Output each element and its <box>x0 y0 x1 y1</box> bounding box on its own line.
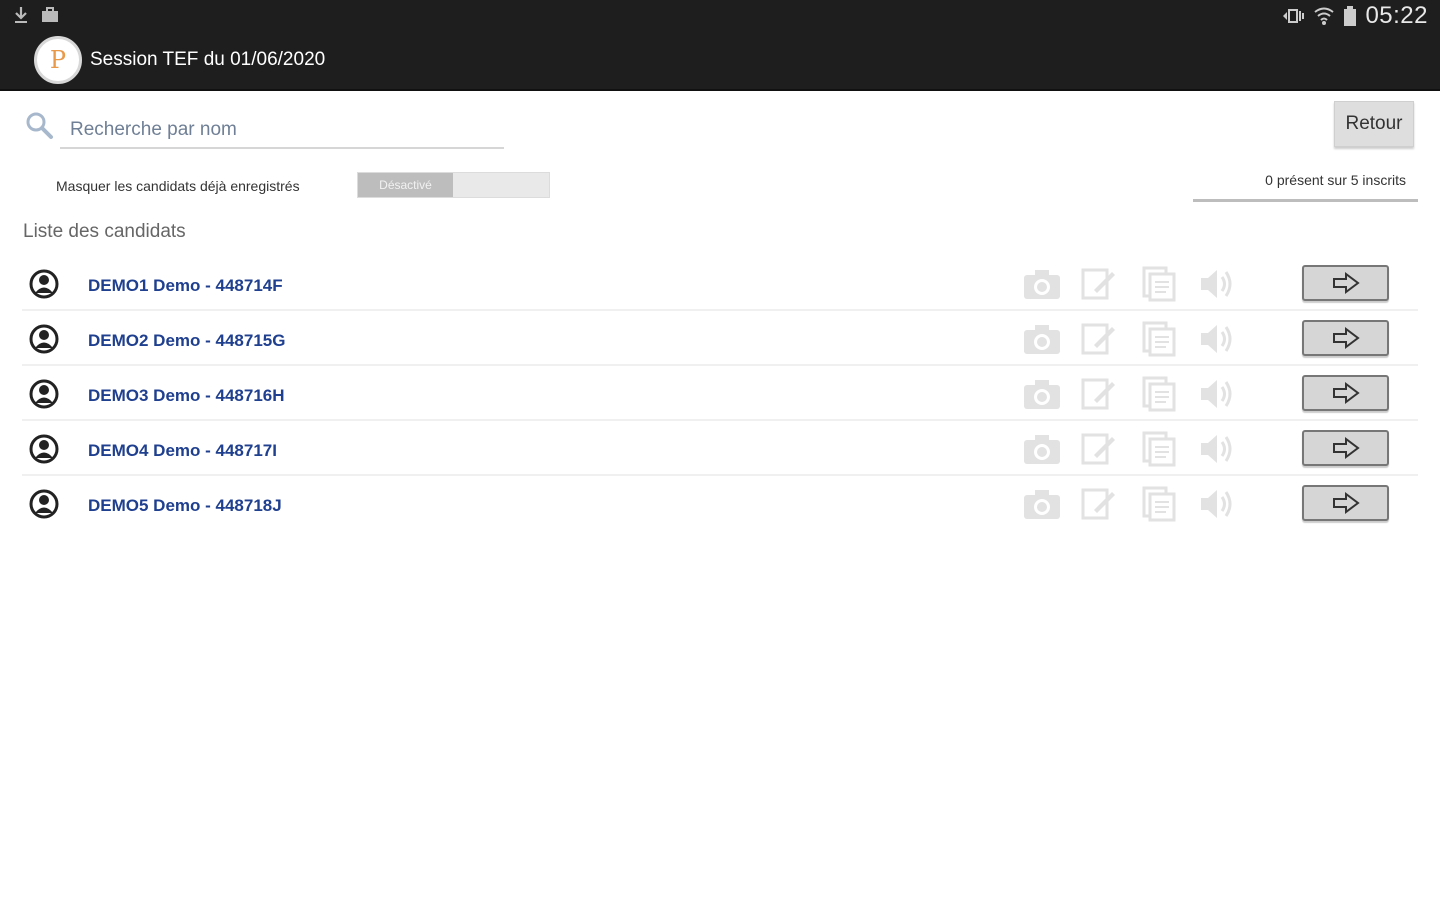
document-icon[interactable] <box>1140 376 1178 412</box>
briefcase-icon <box>42 7 58 22</box>
arrow-right-icon <box>1332 382 1360 404</box>
arrow-right-icon <box>1332 492 1360 514</box>
camera-icon[interactable] <box>1022 321 1062 357</box>
arrow-right-icon <box>1332 327 1360 349</box>
app-bar: P Session TEF du 01/06/2020 <box>0 30 1440 91</box>
open-candidate-button[interactable] <box>1302 375 1389 411</box>
hide-registered-label: Masquer les candidats déjà enregistrés <box>56 178 300 194</box>
speaker-icon[interactable] <box>1198 486 1238 522</box>
candidate-icon <box>29 269 59 299</box>
candidate-name[interactable]: DEMO3 Demo - 448716H <box>88 386 285 406</box>
candidate-row[interactable]: DEMO5 Demo - 448718J <box>22 476 1418 531</box>
candidate-row[interactable]: DEMO4 Demo - 448717I <box>22 421 1418 476</box>
candidate-name[interactable]: DEMO5 Demo - 448718J <box>88 496 282 516</box>
notification-icons <box>12 5 60 25</box>
edit-icon[interactable] <box>1080 486 1118 522</box>
candidate-icon <box>29 434 59 464</box>
search-input[interactable] <box>60 113 504 149</box>
document-icon[interactable] <box>1140 321 1178 357</box>
list-title: Liste des candidats <box>23 221 186 242</box>
candidate-list: DEMO1 Demo - 448714F DEMO2 Demo - 448715… <box>22 256 1418 531</box>
speaker-icon[interactable] <box>1198 376 1238 412</box>
open-candidate-button[interactable] <box>1302 265 1389 301</box>
candidate-row[interactable]: DEMO2 Demo - 448715G <box>22 311 1418 366</box>
hide-registered-toggle[interactable]: Désactivé <box>357 172 550 198</box>
arrow-right-icon <box>1332 272 1360 294</box>
edit-icon[interactable] <box>1080 431 1118 467</box>
camera-icon[interactable] <box>1022 266 1062 302</box>
candidate-icon <box>29 379 59 409</box>
arrow-right-icon <box>1332 437 1360 459</box>
candidate-icon <box>29 489 59 519</box>
document-icon[interactable] <box>1140 431 1178 467</box>
candidate-name[interactable]: DEMO4 Demo - 448717I <box>88 441 277 461</box>
edit-icon[interactable] <box>1080 321 1118 357</box>
back-button[interactable]: Retour <box>1334 101 1414 147</box>
candidate-name[interactable]: DEMO1 Demo - 448714F <box>88 276 283 296</box>
battery-icon <box>1344 6 1357 26</box>
app-logo[interactable]: P <box>34 36 82 84</box>
document-icon[interactable] <box>1140 486 1178 522</box>
page-title: Session TEF du 01/06/2020 <box>90 49 326 70</box>
status-bar: 05:22 <box>0 0 1440 30</box>
camera-icon[interactable] <box>1022 376 1062 412</box>
candidate-icon <box>29 324 59 354</box>
speaker-icon[interactable] <box>1198 321 1238 357</box>
wifi-icon <box>1314 7 1335 25</box>
open-candidate-button[interactable] <box>1302 430 1389 466</box>
search-icon[interactable] <box>24 110 54 140</box>
edit-icon[interactable] <box>1080 266 1118 302</box>
system-icons: 05:22 <box>1281 2 1428 30</box>
toggle-state: Désactivé <box>358 173 453 197</box>
document-icon[interactable] <box>1140 266 1178 302</box>
open-candidate-button[interactable] <box>1302 320 1389 356</box>
speaker-icon[interactable] <box>1198 431 1238 467</box>
candidate-row[interactable]: DEMO3 Demo - 448716H <box>22 366 1418 421</box>
camera-icon[interactable] <box>1022 431 1062 467</box>
candidate-name[interactable]: DEMO2 Demo - 448715G <box>88 331 285 351</box>
clock: 05:22 <box>1365 2 1428 29</box>
speaker-icon[interactable] <box>1198 266 1238 302</box>
attendance-count: 0 présent sur 5 inscrits <box>1193 172 1418 202</box>
camera-icon[interactable] <box>1022 486 1062 522</box>
open-candidate-button[interactable] <box>1302 485 1389 521</box>
logo-letter: P <box>49 46 67 74</box>
download-icon <box>15 7 27 23</box>
edit-icon[interactable] <box>1080 376 1118 412</box>
candidate-row[interactable]: DEMO1 Demo - 448714F <box>22 256 1418 311</box>
mute-icon <box>1283 9 1305 23</box>
